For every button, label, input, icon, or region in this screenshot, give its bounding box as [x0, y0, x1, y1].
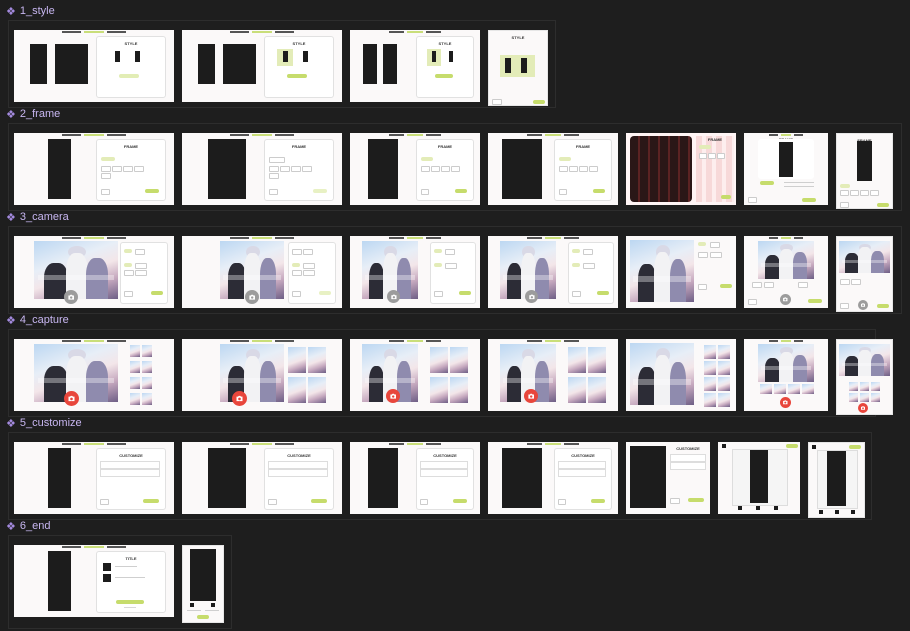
- camera-icon[interactable]: [780, 294, 791, 305]
- camera-icon[interactable]: [232, 391, 247, 406]
- frame-frame-1[interactable]: FRAME: [14, 133, 174, 205]
- capture-frame-mobile[interactable]: [836, 339, 893, 415]
- capture-frame-4[interactable]: [488, 339, 618, 411]
- style-frame-3[interactable]: STYLE: [350, 30, 480, 102]
- customize-frame-5[interactable]: CUSTOMIZE: [626, 442, 710, 514]
- camera-icon[interactable]: [64, 290, 78, 304]
- frame-frame-mobile[interactable]: FRAME: [836, 133, 893, 209]
- camera-icon[interactable]: [387, 290, 400, 303]
- capture-frame-3[interactable]: [350, 339, 480, 411]
- component-icon: ❖: [6, 417, 16, 430]
- customize-frame-2[interactable]: CUSTOMIZE: [182, 442, 342, 514]
- panel-title: STYLE: [511, 35, 525, 40]
- frame-frame-5[interactable]: FRAME: [626, 133, 736, 205]
- camera-frame-6[interactable]: [744, 236, 828, 308]
- camera-frame-4[interactable]: [488, 236, 618, 308]
- panel-title: CUSTOMIZE: [119, 453, 143, 458]
- camera-icon[interactable]: [64, 391, 79, 406]
- camera-icon[interactable]: [780, 397, 791, 408]
- frame-frame-6[interactable]: FRAME: [744, 133, 828, 205]
- end-frame-1[interactable]: TITLE: [14, 545, 174, 617]
- camera-frame-mobile[interactable]: [836, 236, 893, 312]
- capture-frame-1[interactable]: [14, 339, 174, 411]
- panel-title: CUSTOMIZE: [676, 446, 700, 451]
- panel-title: TITLE: [125, 556, 137, 561]
- panel-title: FRAME: [707, 137, 723, 142]
- camera-icon[interactable]: [858, 300, 868, 310]
- section-label-capture[interactable]: ❖ 4_capture: [6, 312, 69, 328]
- frame-frame-4[interactable]: FRAME: [488, 133, 618, 205]
- frame-frame-3[interactable]: FRAME: [350, 133, 480, 205]
- panel-title: STYLE: [438, 41, 452, 46]
- capture-frame-2[interactable]: [182, 339, 342, 411]
- style-frame-1[interactable]: STYLE: [14, 30, 174, 102]
- panel-title: CUSTOMIZE: [287, 453, 311, 458]
- capture-frame-6[interactable]: [744, 339, 828, 411]
- camera-icon[interactable]: [858, 403, 868, 413]
- section-label-camera[interactable]: ❖ 3_camera: [6, 209, 69, 225]
- customize-frame-1[interactable]: CUSTOMIZE: [14, 442, 174, 514]
- camera-icon[interactable]: [524, 389, 538, 403]
- frame-frame-2[interactable]: FRAME: [182, 133, 342, 205]
- panel-title: FRAME: [437, 144, 453, 149]
- capture-frame-5[interactable]: [626, 339, 736, 411]
- style-frame-mobile[interactable]: STYLE: [488, 30, 548, 106]
- panel-title: CUSTOMIZE: [571, 453, 595, 458]
- section-label-customize[interactable]: ❖ 5_customize: [6, 415, 82, 431]
- component-icon: ❖: [6, 108, 16, 121]
- panel-title: FRAME: [291, 144, 307, 149]
- customize-frame-3[interactable]: CUSTOMIZE: [350, 442, 480, 514]
- end-frame-mobile[interactable]: [182, 545, 224, 623]
- camera-icon[interactable]: [525, 290, 538, 303]
- panel-title: FRAME: [575, 144, 591, 149]
- customize-frame-mobile[interactable]: [808, 442, 865, 518]
- panel-title: STYLE: [292, 41, 306, 46]
- camera-icon[interactable]: [245, 290, 259, 304]
- customize-frame-6[interactable]: [718, 442, 800, 514]
- section-label-style[interactable]: ❖ 1_style: [6, 3, 55, 19]
- camera-frame-5[interactable]: [626, 236, 736, 308]
- camera-frame-3[interactable]: [350, 236, 480, 308]
- camera-icon[interactable]: [386, 389, 400, 403]
- panel-title: STYLE: [124, 41, 138, 46]
- panel-title: CUSTOMIZE: [433, 453, 457, 458]
- component-icon: ❖: [6, 5, 16, 18]
- camera-frame-1[interactable]: [14, 236, 174, 308]
- component-icon: ❖: [6, 211, 16, 224]
- component-icon: ❖: [6, 520, 16, 533]
- section-label-end[interactable]: ❖ 6_end: [6, 518, 50, 534]
- camera-frame-2[interactable]: [182, 236, 342, 308]
- component-icon: ❖: [6, 314, 16, 327]
- customize-frame-4[interactable]: CUSTOMIZE: [488, 442, 618, 514]
- style-frame-2[interactable]: STYLE: [182, 30, 342, 102]
- panel-title: FRAME: [123, 144, 139, 149]
- section-label-frame[interactable]: ❖ 2_frame: [6, 106, 60, 122]
